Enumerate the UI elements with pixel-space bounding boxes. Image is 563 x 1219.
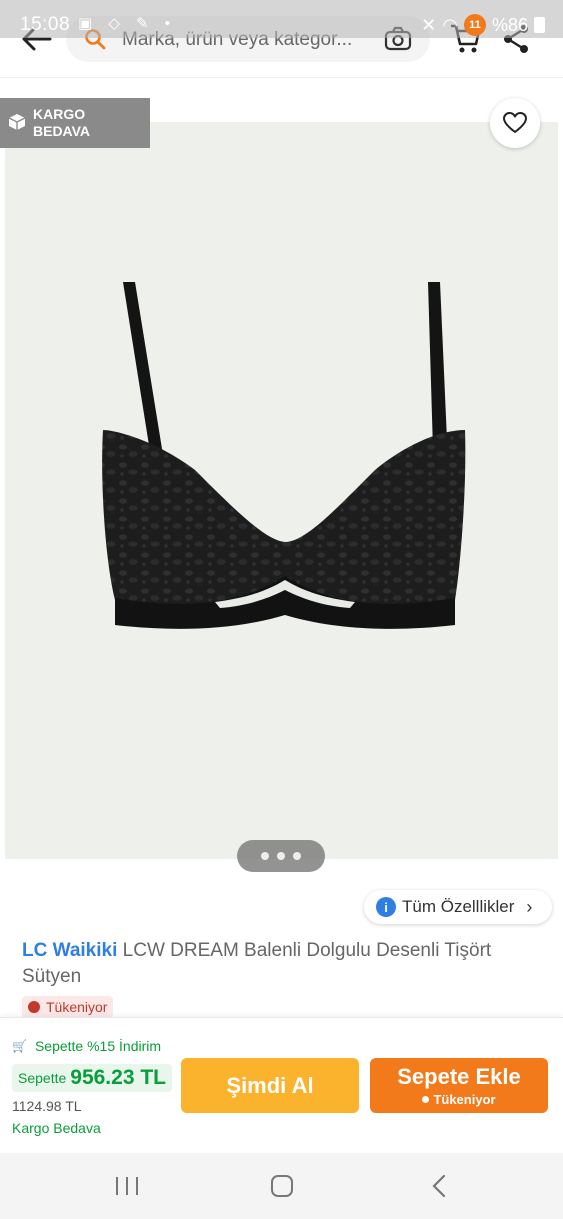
add-to-cart-sub: Tükeniyor [370, 1092, 548, 1107]
add-to-cart-button[interactable]: Sepete Ekle Tükeniyor [370, 1058, 548, 1113]
favorite-button[interactable] [490, 98, 540, 148]
back-nav-icon[interactable] [425, 1173, 455, 1199]
status-bar: 15:08 ▣ ◇ ✎ • ✕ ◠ 11 %86 [0, 0, 563, 38]
all-features-button[interactable]: i Tüm Özelllikler › [364, 890, 552, 924]
cart-price-value: 956.23 TL [70, 1066, 166, 1089]
buy-now-label: Şimdi Al [226, 1072, 314, 1098]
purchase-bar: 🛒 Sepette %15 İndirim Sepette 956.23 TL … [0, 1017, 563, 1153]
cart-small-icon: 🛒 [12, 1039, 27, 1053]
buy-now-button[interactable]: Şimdi Al [181, 1058, 359, 1113]
pagination-dot[interactable] [261, 852, 269, 860]
clock-icon [28, 1001, 40, 1013]
pagination-dot[interactable] [277, 852, 285, 860]
discount-text: Sepette %15 İndirim [34, 1038, 162, 1054]
home-icon[interactable] [267, 1173, 297, 1199]
info-icon: i [376, 897, 396, 917]
add-to-cart-sub-label: Tükeniyor [433, 1092, 496, 1107]
all-features-label: Tüm Özelllikler [402, 897, 515, 916]
mute-icon: ✕ [421, 14, 437, 35]
chevron-right-icon: › [526, 896, 533, 917]
cargo-tag-line2: BEDAVA [33, 123, 91, 139]
top-header: Marka, ürün veya kategor... 15:08 ▣ ◇ ✎ … [0, 0, 563, 78]
system-nav-bar [0, 1153, 563, 1219]
notification-badge: 11 [463, 14, 486, 36]
product-photo [102, 282, 466, 629]
brand-link[interactable]: LC Waikiki [22, 940, 117, 961]
box-icon [8, 114, 26, 130]
notification-icons: ▣ ◇ ✎ • [78, 15, 177, 32]
product-title: LC Waikiki LCW DREAM Balenli Dolgulu Des… [22, 938, 542, 990]
stock-status-badge: Tükeniyor [22, 996, 114, 1018]
status-time: 15:08 [20, 14, 71, 35]
image-pagination[interactable] [237, 840, 325, 872]
cart-price-label: Sepette [18, 1070, 67, 1086]
battery-icon [534, 17, 545, 33]
heart-icon [503, 112, 527, 133]
add-to-cart-label: Sepete Ekle [397, 1064, 521, 1089]
battery-level: %86 [491, 14, 528, 35]
status-right: ✕ ◠ 11 %86 [421, 14, 545, 36]
pagination-dot[interactable] [293, 852, 301, 860]
cart-price-box: Sepette 956.23 TL [12, 1064, 172, 1092]
recent-apps-icon[interactable] [112, 1173, 142, 1199]
free-cargo-text: Kargo Bedava [12, 1120, 101, 1136]
cart-discount-info: 🛒 Sepette %15 İndirim [12, 1038, 161, 1054]
old-price: 1124.98 TL [12, 1098, 82, 1114]
wifi-icon: ◠ [442, 14, 458, 35]
status-dot-icon [422, 1096, 430, 1103]
stock-status-label: Tükeniyor [46, 999, 108, 1015]
cargo-tag-line1: KARGO [33, 106, 86, 122]
free-cargo-tag: KARGO BEDAVA [0, 98, 150, 148]
